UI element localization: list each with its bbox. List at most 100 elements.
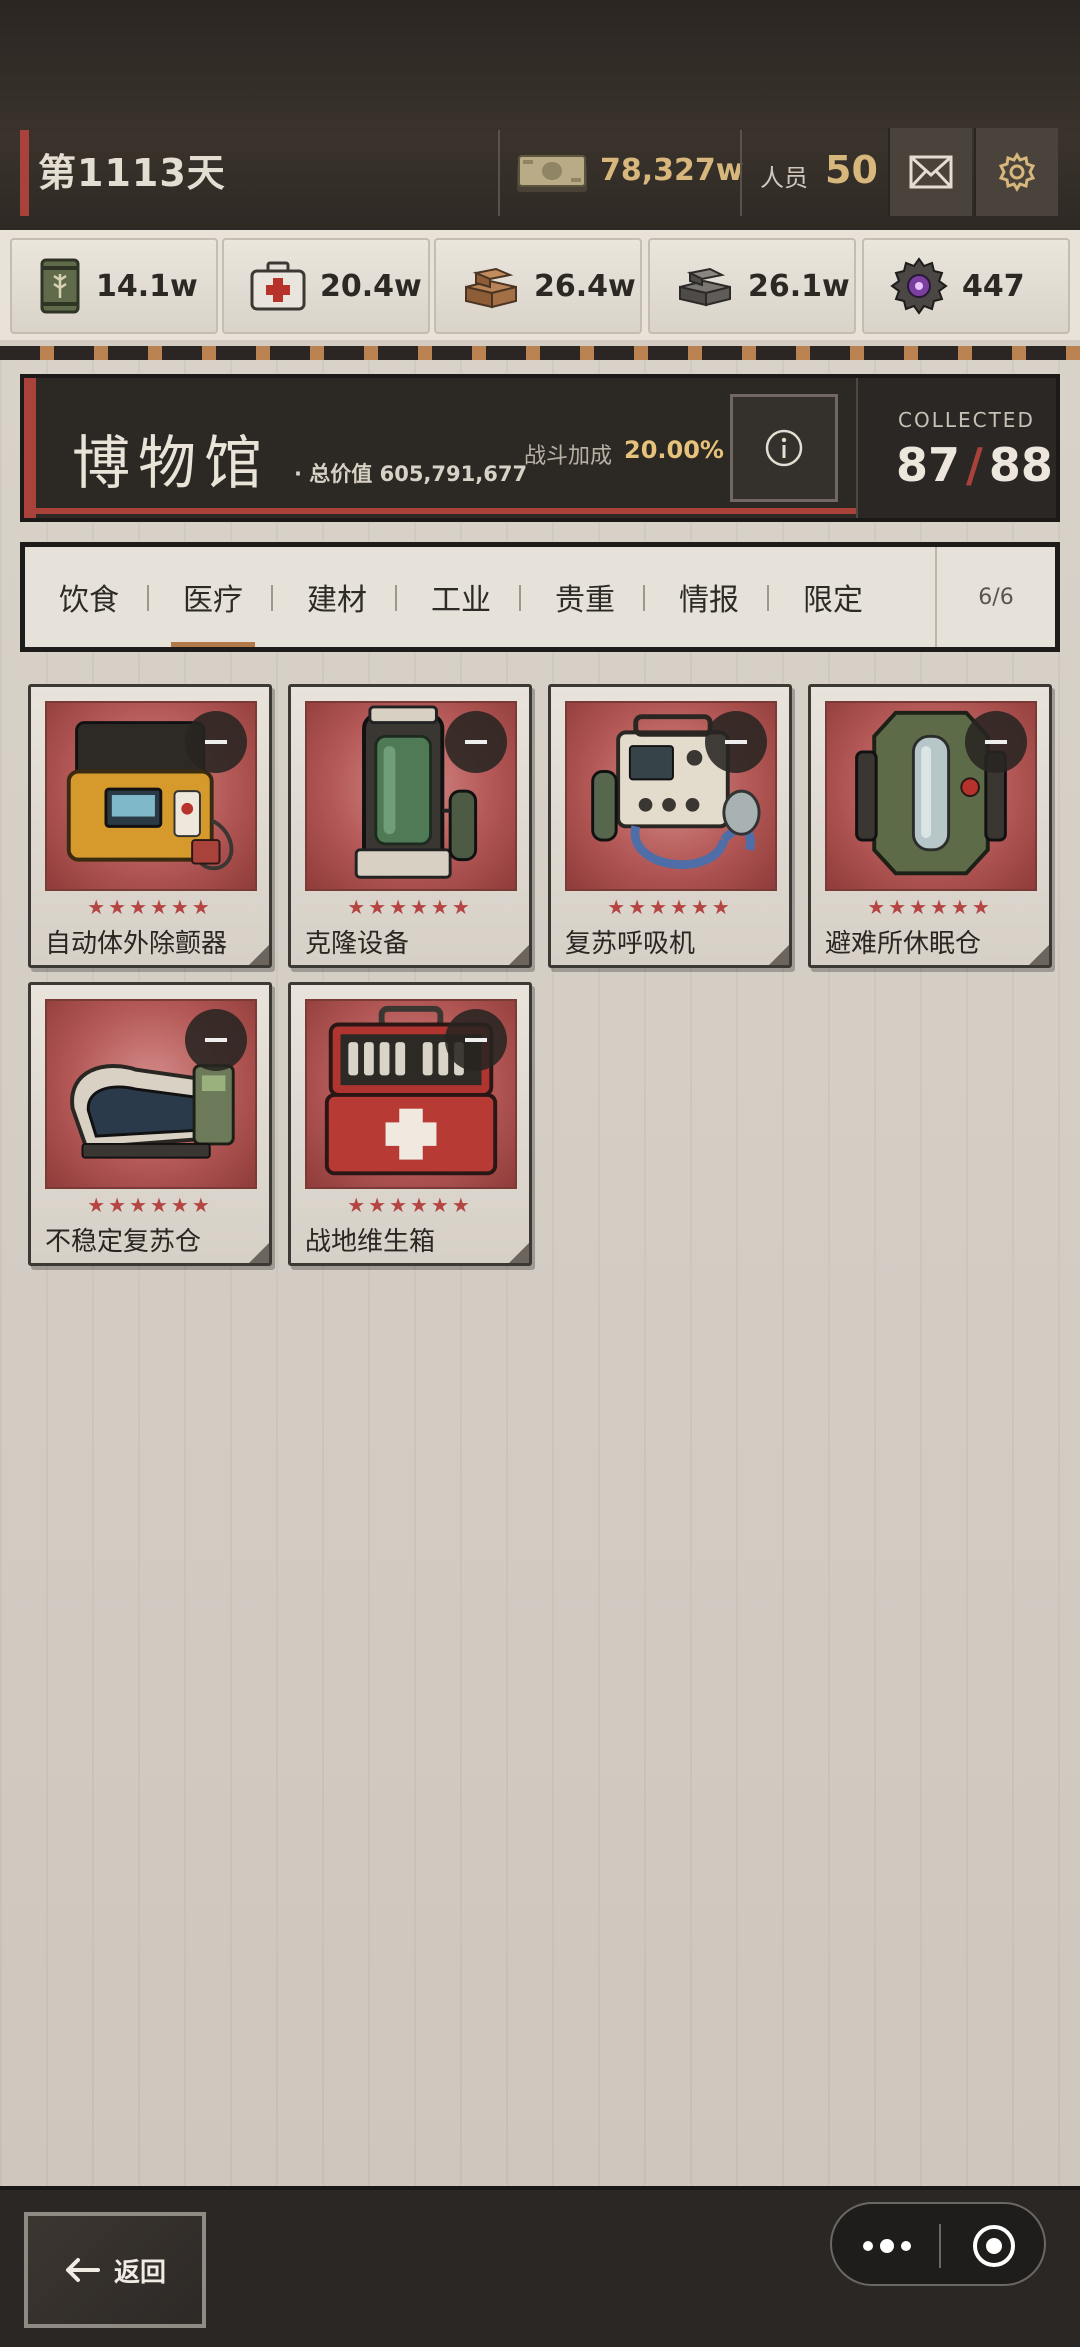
resource-core[interactable]: 447: [862, 238, 1070, 334]
arrow-left-icon: [65, 2258, 100, 2282]
item-image: [305, 701, 517, 891]
collection-item-card[interactable]: ★★★★★★ 战地维生箱: [288, 982, 532, 1266]
boost-label: 战斗加成: [524, 444, 613, 469]
medkit-icon: [250, 261, 306, 311]
minus-icon: [205, 1038, 227, 1042]
remove-button[interactable]: [705, 711, 767, 773]
resource-value: 20.4w: [320, 268, 422, 304]
rarity-stars: ★★★★★★: [87, 895, 213, 919]
info-icon: [765, 429, 803, 467]
wood-icon: [465, 267, 517, 309]
page-title: 博物馆: [72, 429, 271, 497]
item-image: [305, 999, 517, 1189]
staff-count: 50: [825, 148, 878, 192]
remove-button[interactable]: [185, 711, 247, 773]
item-image: [45, 999, 257, 1189]
back-label: 返回: [113, 2257, 166, 2288]
remove-button[interactable]: [185, 1009, 247, 1071]
tab-limited[interactable]: 限定: [773, 547, 893, 647]
back-button[interactable]: 返回: [24, 2212, 206, 2328]
resource-value: 26.4w: [534, 268, 636, 304]
tab-industry[interactable]: 工业: [401, 547, 521, 647]
divider: [740, 130, 742, 216]
more-icon[interactable]: [860, 2232, 914, 2260]
collection-item-card[interactable]: ★★★★★★ 自动体外除颤器: [28, 684, 272, 968]
gear-icon: [998, 152, 1036, 192]
rarity-stars: ★★★★★★: [347, 895, 473, 919]
item-name: 不稳定复苏仓: [45, 1227, 202, 1257]
resource-value: 26.1w: [748, 268, 850, 304]
collected-count: 87/88: [896, 438, 1053, 492]
resource-medical[interactable]: 20.4w: [222, 238, 430, 334]
rarity-stars: ★★★★★★: [347, 1193, 473, 1217]
resource-wood[interactable]: 26.4w: [434, 238, 642, 334]
tab-medical[interactable]: 医疗: [153, 547, 273, 647]
tab-building[interactable]: 建材: [277, 547, 397, 647]
tab-separator: [147, 585, 149, 611]
resource-value: 14.1w: [96, 268, 198, 304]
hazard-stripe: [0, 346, 1080, 360]
settings-button[interactable]: [974, 128, 1058, 216]
item-name: 自动体外除颤器: [45, 929, 228, 959]
food-can-icon: [40, 258, 80, 314]
cash-icon: [517, 155, 587, 192]
collected-slash: /: [966, 438, 983, 492]
item-image: [45, 701, 257, 891]
tab-separator: [767, 585, 769, 611]
tab-separator: [519, 585, 521, 611]
boost-value: 20.00%: [624, 436, 724, 464]
tab-valuable[interactable]: 贵重: [525, 547, 645, 647]
category-tabs: 饮食 医疗 建材 工业 贵重 情报 限定 6/6: [20, 542, 1060, 652]
capsule-separator: [939, 2224, 941, 2268]
tab-item-count: 6/6: [935, 547, 1055, 647]
collection-progress: COLLECTED 87/88: [856, 378, 1056, 518]
tab-separator: [271, 585, 273, 611]
bottom-bar: 返回: [0, 2186, 1080, 2347]
minus-icon: [465, 1038, 487, 1042]
resource-row: 14.1w 20.4w 26.4w 26.1w 447: [0, 230, 1080, 340]
money-value: 78,327w: [600, 153, 744, 188]
gear-core-icon: [890, 257, 948, 315]
info-button[interactable]: [730, 394, 838, 502]
collected-label: COLLECTED: [898, 408, 1035, 432]
item-image: [825, 701, 1037, 891]
tab-intel[interactable]: 情报: [649, 547, 769, 647]
collection-item-card[interactable]: ★★★★★★ 克隆设备: [288, 684, 532, 968]
rarity-stars: ★★★★★★: [867, 895, 993, 919]
rarity-stars: ★★★★★★: [87, 1193, 213, 1217]
item-image: [565, 701, 777, 891]
minus-icon: [985, 740, 1007, 744]
resource-value: 447: [962, 268, 1025, 304]
resource-food[interactable]: 14.1w: [10, 238, 218, 334]
remove-button[interactable]: [965, 711, 1027, 773]
miniprogram-capsule: [830, 2202, 1046, 2286]
day-counter: 第1113天: [38, 151, 226, 195]
status-bar: 第1113天 78,327w 人员 50: [0, 0, 1080, 230]
rarity-stars: ★★★★★★: [607, 895, 733, 919]
museum-total-value: · 总价值 605,791,677: [294, 462, 528, 486]
item-name: 避难所休眠仓: [825, 929, 982, 959]
collected-total: 88: [988, 438, 1053, 492]
item-name: 战地维生箱: [305, 1227, 436, 1257]
minus-icon: [205, 740, 227, 744]
minus-icon: [465, 740, 487, 744]
collection-item-card[interactable]: ★★★★★★ 避难所休眠仓: [808, 684, 1052, 968]
collection-item-card[interactable]: ★★★★★★ 不稳定复苏仓: [28, 982, 272, 1266]
remove-button[interactable]: [445, 1009, 507, 1071]
metal-ingot-icon: [679, 267, 731, 307]
minus-icon: [725, 740, 747, 744]
tab-separator: [395, 585, 397, 611]
resource-metal[interactable]: 26.1w: [648, 238, 856, 334]
item-name: 克隆设备: [305, 929, 410, 959]
close-target-icon[interactable]: [970, 2222, 1018, 2270]
mail-button[interactable]: [888, 128, 972, 216]
tab-food[interactable]: 饮食: [29, 547, 149, 647]
item-name: 复苏呼吸机: [565, 929, 696, 959]
remove-button[interactable]: [445, 711, 507, 773]
day-accent-bar: [20, 130, 29, 216]
staff-label: 人员: [760, 164, 808, 192]
collection-item-card[interactable]: ★★★★★★ 复苏呼吸机: [548, 684, 792, 968]
collected-current: 87: [896, 438, 961, 492]
museum-header: 博物馆 · 总价值 605,791,677 战斗加成 20.00% COLLEC…: [20, 374, 1060, 522]
mail-icon: [909, 155, 953, 189]
